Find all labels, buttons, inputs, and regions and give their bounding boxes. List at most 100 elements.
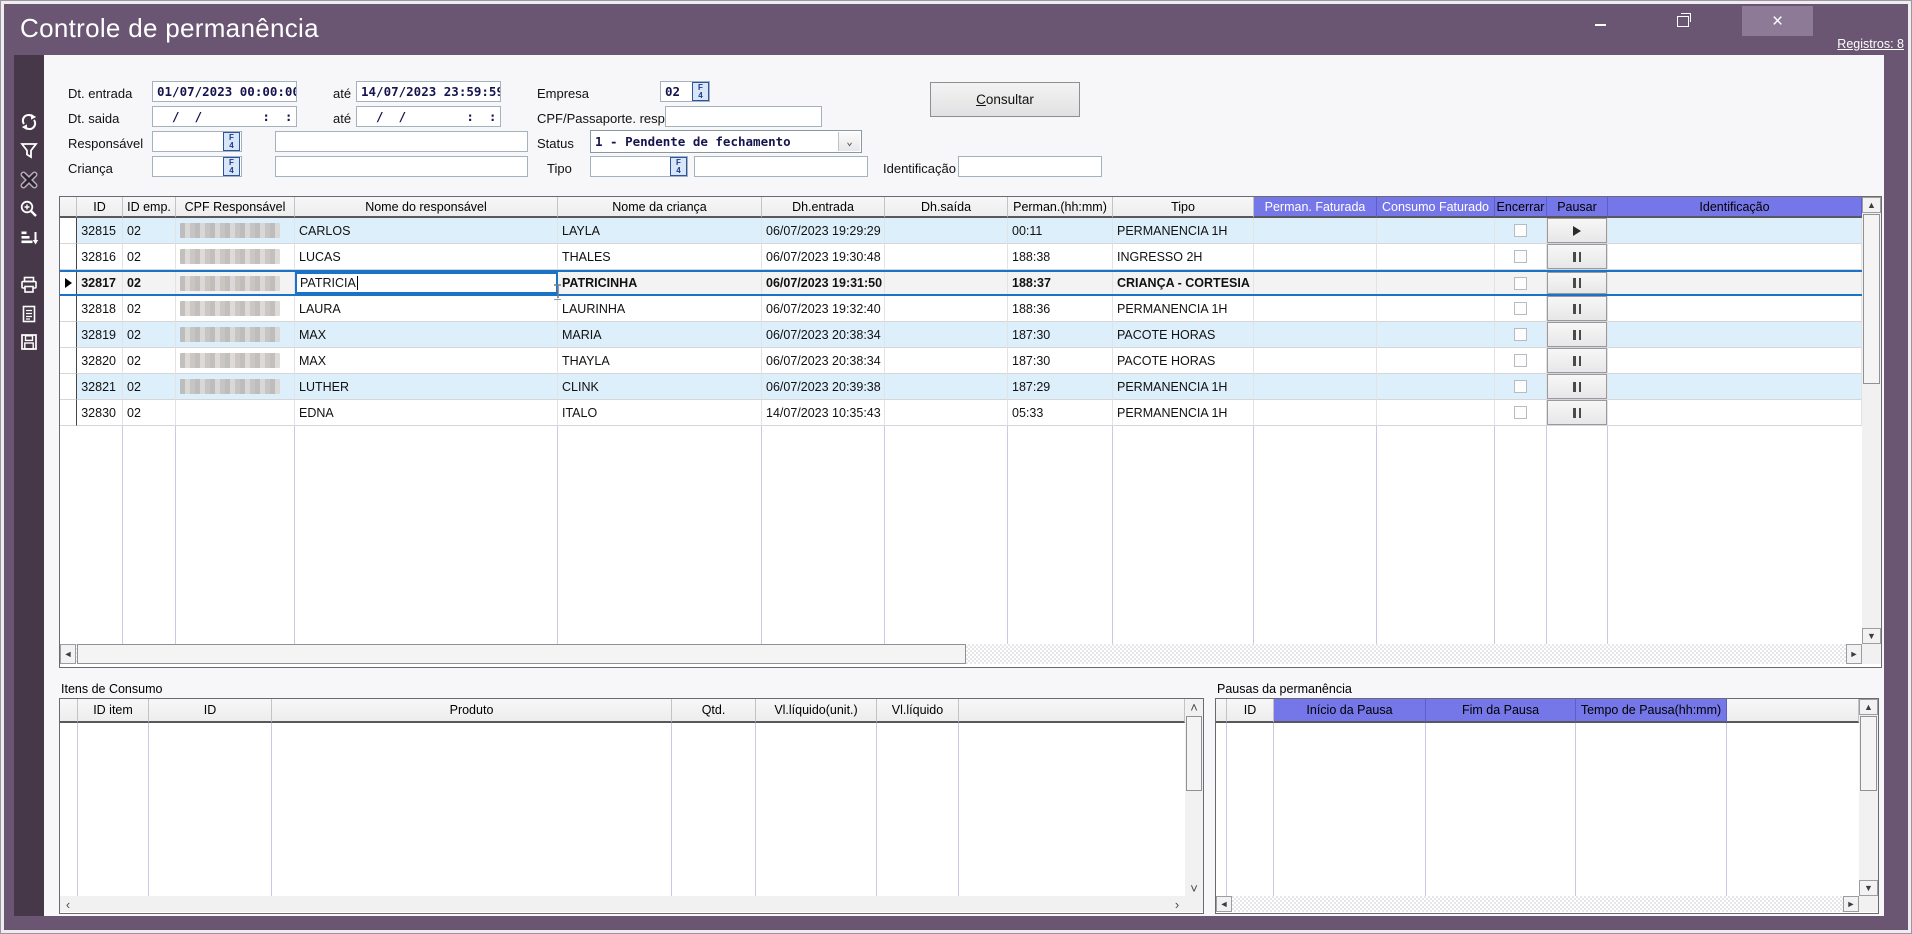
column-header-emp[interactable]: ID emp. [123,197,176,218]
column-header-id[interactable]: ID [77,197,123,218]
save-icon[interactable] [19,332,39,352]
pause-button[interactable] [1547,322,1607,347]
column-header-nome[interactable]: Nome do responsável [295,197,558,218]
consultar-button[interactable]: Consultar [930,82,1080,117]
column-header-id[interactable]: ID [1227,699,1274,723]
responsavel-name-input[interactable] [275,131,528,152]
encerrar-checkbox[interactable] [1514,328,1527,341]
table-row[interactable]: 3281902MAXMARIA06/07/2023 20:38:34187:30… [60,322,1862,348]
table-row[interactable]: 3281702PATRICIAPATRICINHA06/07/2023 19:3… [60,270,1862,296]
table-row[interactable]: 3282002MAXTHAYLA06/07/2023 20:38:34187:3… [60,348,1862,374]
scroll-left-button[interactable]: ◄ [1216,896,1232,912]
scroll-down-button[interactable]: ˅ [1185,880,1203,896]
dt-saida-ate-input[interactable]: / / : : [356,106,501,127]
table-row[interactable]: 3281502CARLOSLAYLA06/07/2023 19:29:2900:… [60,218,1862,244]
scroll-up-button[interactable]: ˄ [1185,699,1203,715]
vertical-scroll-thumb[interactable] [1860,716,1877,791]
horizontal-scrollbar[interactable] [1216,896,1859,912]
inline-edit-cell[interactable]: PATRICIA [295,272,558,294]
table-row[interactable]: 3283002EDNAITALO14/07/2023 10:35:4305:33… [60,400,1862,426]
column-header-cpf[interactable]: CPF Responsável [176,197,295,218]
column-header-produto[interactable]: Produto [272,699,672,723]
vertical-scroll-thumb[interactable] [1186,716,1202,791]
encerrar-checkbox[interactable] [1514,224,1527,237]
report-icon[interactable] [19,304,39,324]
scroll-right-button[interactable]: ► [1843,896,1859,912]
column-header-gutter[interactable] [1216,699,1227,723]
scroll-left-button[interactable]: ◄ [60,644,76,664]
status-dropdown[interactable]: 1 - Pendente de fechamento ⌄ [590,130,862,153]
encerrar-checkbox[interactable] [1514,277,1527,290]
column-header-ident[interactable]: Identificação [1608,197,1862,218]
column-header-gutter[interactable] [60,699,78,723]
pause-button[interactable] [1547,272,1607,294]
pause-button[interactable] [1547,374,1607,399]
column-header-filler[interactable] [959,699,1185,723]
column-header-filler[interactable] [1727,699,1859,723]
table-row[interactable]: 3281602LUCASTHALES06/07/2023 19:30:48188… [60,244,1862,270]
scroll-down-button[interactable]: ▼ [1862,628,1881,644]
column-header-entrada[interactable]: Dh.entrada [762,197,885,218]
refresh-icon[interactable] [19,112,39,132]
table-row[interactable]: 3281802LAURALAURINHA06/07/2023 19:32:401… [60,296,1862,322]
empresa-f4-lookup-button[interactable]: F4 [692,82,709,101]
column-header-vl_unit[interactable]: Vl.líquido(unit.) [756,699,877,723]
pause-button[interactable] [1547,244,1607,269]
column-header-perman_fat[interactable]: Perman. Faturada [1254,197,1377,218]
records-count-link[interactable]: Registros: 8 [1837,37,1904,51]
encerrar-checkbox[interactable] [1514,406,1527,419]
print-icon[interactable] [19,275,39,295]
column-header-pausar[interactable]: Pausar [1547,197,1608,218]
dt-entrada-input[interactable]: 01/07/2023 00:00:00 [152,81,297,102]
tipo-f4-lookup-button[interactable]: F4 [670,157,687,176]
scroll-up-button[interactable]: ▲ [1859,699,1878,715]
dt-entrada-ate-input[interactable]: 14/07/2023 23:59:59 [356,81,501,102]
column-header-perman[interactable]: Perman.(hh:mm) [1008,197,1113,218]
tipo-name-input[interactable] [694,156,868,177]
column-header-saida[interactable]: Dh.saída [885,197,1008,218]
column-header-id_item[interactable]: ID item [78,699,149,723]
clear-filter-icon[interactable] [19,170,39,190]
column-header-fim[interactable]: Fim da Pausa [1426,699,1576,723]
encerrar-checkbox[interactable] [1514,380,1527,393]
vertical-scroll-thumb[interactable] [1863,214,1880,384]
column-header-encerrar[interactable]: Encerrar [1495,197,1547,218]
dt-saida-input[interactable]: / / : : [152,106,297,127]
play-button[interactable] [1547,218,1607,243]
column-header-tempo[interactable]: Tempo de Pausa(hh:mm) [1576,699,1727,723]
scroll-right-button[interactable]: ► [1846,644,1862,664]
column-header-gutter[interactable] [60,197,77,218]
close-button[interactable]: × [1742,6,1813,36]
responsavel-f4-lookup-button[interactable]: F4 [223,132,240,151]
column-header-inicio[interactable]: Início da Pausa [1274,699,1426,723]
chevron-down-icon[interactable]: ⌄ [838,132,860,151]
horizontal-scroll-thumb[interactable] [77,644,966,664]
column-header-tipo[interactable]: Tipo [1113,197,1254,218]
table-row[interactable]: 3282102LUTHERCLINK06/07/2023 20:39:38187… [60,374,1862,400]
minimize-button[interactable] [1578,6,1622,36]
column-header-vl[interactable]: Vl.líquido [877,699,959,723]
scroll-left-button[interactable]: ‹ [60,896,76,912]
encerrar-checkbox[interactable] [1514,354,1527,367]
column-header-id[interactable]: ID [149,699,272,723]
scroll-right-button[interactable]: › [1169,896,1185,912]
restore-button[interactable] [1661,6,1705,36]
identificacao-input[interactable] [958,156,1102,177]
encerrar-checkbox[interactable] [1514,250,1527,263]
encerrar-checkbox[interactable] [1514,302,1527,315]
cpf-input[interactable] [665,106,822,127]
scroll-up-button[interactable]: ▲ [1862,197,1881,213]
column-header-crianca[interactable]: Nome da criança [558,197,762,218]
sort-icon[interactable] [19,228,39,248]
crianca-f4-lookup-button[interactable]: F4 [223,157,240,176]
pause-button[interactable] [1547,296,1607,321]
crianca-name-input[interactable] [275,156,528,177]
horizontal-scrollbar[interactable] [60,896,1185,912]
pause-button[interactable] [1547,348,1607,373]
column-header-consumo_fat[interactable]: Consumo Faturado [1377,197,1495,218]
filter-icon[interactable] [19,141,39,161]
zoom-icon[interactable] [19,199,39,219]
column-header-qtd[interactable]: Qtd. [672,699,756,723]
scroll-down-button[interactable]: ▼ [1859,880,1878,896]
pause-button[interactable] [1547,400,1607,425]
